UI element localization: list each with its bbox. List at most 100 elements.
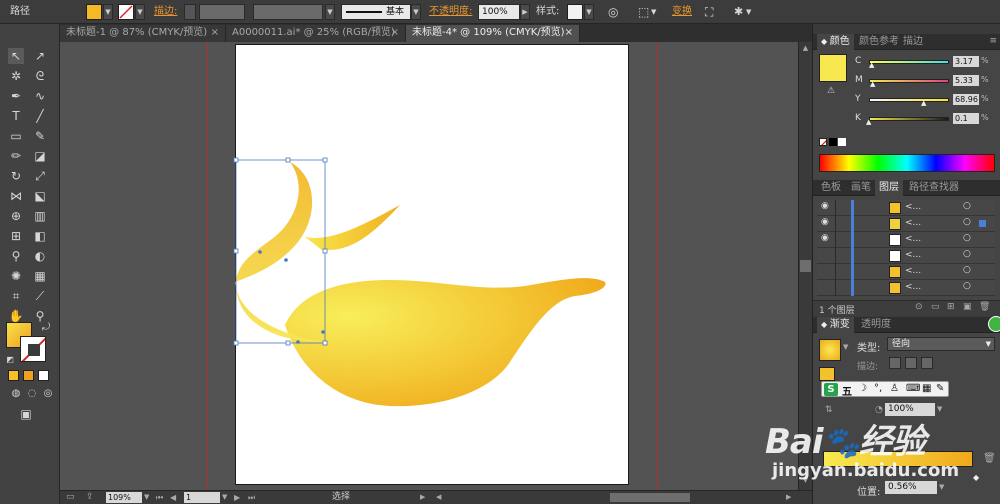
panel-options-dropdown-icon[interactable]: ▼ xyxy=(746,4,751,20)
lock-toggle[interactable] xyxy=(835,216,836,232)
slider-thumb-icon[interactable]: ▲ xyxy=(869,61,874,69)
horizontal-scroll-thumb[interactable] xyxy=(610,493,690,502)
swap-colors-icon[interactable]: ⤾ xyxy=(38,320,54,336)
tab-swatches[interactable]: 色板 xyxy=(817,180,845,196)
white-swatch[interactable] xyxy=(838,138,846,146)
stroke-gradient-along-icon[interactable] xyxy=(905,357,917,369)
collapse-icon[interactable]: ◆ xyxy=(821,37,830,46)
gradient-type-select[interactable]: 径向 ▼ xyxy=(887,337,995,351)
canvas-area[interactable] xyxy=(60,42,798,490)
position-dropdown-icon[interactable]: ▼ xyxy=(939,483,944,491)
width-tool-icon[interactable]: ⋈ xyxy=(8,188,24,204)
scroll-thumb[interactable] xyxy=(800,260,811,272)
layer-row[interactable]: ◉ <... ○ xyxy=(817,232,995,248)
mesh-tool-icon[interactable]: ⊞ xyxy=(8,228,24,244)
layer-row[interactable]: <... ○ xyxy=(817,264,995,280)
apps-icon[interactable]: ▦ xyxy=(922,383,931,394)
channel-slider[interactable] xyxy=(869,117,949,121)
close-icon[interactable]: × xyxy=(211,25,219,41)
punctuation-icon[interactable]: °, xyxy=(874,383,882,394)
tab-gradient[interactable]: ◆ 渐变 xyxy=(817,317,854,333)
stroke-weight-input[interactable] xyxy=(199,4,245,20)
keyboard-icon[interactable]: ⌨ xyxy=(906,383,920,394)
lock-toggle[interactable] xyxy=(835,232,836,248)
gradient-dropdown-icon[interactable]: ▼ xyxy=(843,343,848,351)
share-icon[interactable]: ⇪ xyxy=(86,491,94,504)
stroke-dropdown-icon[interactable]: ▼ xyxy=(135,4,145,20)
shape-builder-icon[interactable]: ⊕ xyxy=(8,208,24,224)
graph-tool-icon[interactable]: ▦ xyxy=(32,268,48,284)
wrench-icon[interactable]: ✎ xyxy=(936,383,944,394)
layer-name[interactable]: <... xyxy=(905,250,921,260)
target-circle-icon[interactable]: ○ xyxy=(963,281,971,291)
color-spectrum-bar[interactable] xyxy=(819,154,995,172)
panel-options-icon[interactable]: ✱ xyxy=(734,4,743,20)
artboard-nav-icon[interactable]: ▭ xyxy=(66,491,75,504)
tab-pathfinder[interactable]: 路径查找器 xyxy=(905,180,963,196)
layer-name[interactable]: <... xyxy=(905,266,921,276)
zoom-dropdown-icon[interactable]: ▼ xyxy=(144,491,149,504)
lock-toggle[interactable] xyxy=(835,200,836,216)
perspective-grid-icon[interactable]: ▥ xyxy=(32,208,48,224)
notification-badge[interactable] xyxy=(988,316,1000,332)
draw-behind-icon[interactable]: ◌ xyxy=(24,386,40,402)
layer-name[interactable]: <... xyxy=(905,218,921,228)
scroll-up-icon[interactable]: ▲ xyxy=(800,44,811,54)
channel-slider[interactable] xyxy=(869,98,949,102)
brush-definition[interactable]: 基本 xyxy=(341,4,411,20)
tab-document-2[interactable]: A0000011.ai* @ 25% (RGB/预览) × xyxy=(226,25,406,42)
channel-slider[interactable] xyxy=(869,60,949,64)
first-artboard-icon[interactable]: ⏮ xyxy=(156,491,163,504)
eyedropper-icon[interactable]: ⚲ xyxy=(8,248,24,264)
variable-width-profile[interactable] xyxy=(253,4,323,20)
channel-value-input[interactable]: 3.17 xyxy=(953,56,979,67)
rotate-tool-icon[interactable]: ↻ xyxy=(8,168,24,184)
artboard-number-input[interactable]: 1 xyxy=(184,492,220,503)
eraser-tool-icon[interactable]: ◪ xyxy=(32,148,48,164)
color-preview-swatch[interactable] xyxy=(819,54,847,82)
none-mode-icon[interactable] xyxy=(38,370,49,381)
sogou-logo-icon[interactable]: S xyxy=(824,383,838,396)
scroll-left-icon[interactable]: ◀ xyxy=(436,491,441,504)
profile-dropdown-icon[interactable]: ▼ xyxy=(325,4,335,20)
color-mode-icon[interactable] xyxy=(8,370,19,381)
line-tool-icon[interactable]: ╱ xyxy=(32,108,48,124)
new-sublayer-icon[interactable]: ⊞ xyxy=(947,302,955,312)
visibility-eye-icon[interactable]: ◉ xyxy=(821,201,829,211)
recolor-icon[interactable]: ◎ xyxy=(608,4,618,20)
slider-thumb-icon[interactable]: ▲ xyxy=(866,118,871,126)
fill-dropdown-icon[interactable]: ▼ xyxy=(103,4,113,20)
locate-object-icon[interactable]: ⊙ xyxy=(915,302,923,312)
delete-layer-icon[interactable]: 🗑 xyxy=(979,302,990,312)
tab-color-guide[interactable]: 颜色参考 xyxy=(855,34,903,50)
color-stop-icon[interactable]: ◆ xyxy=(973,473,979,482)
stroke-weight-spinner[interactable] xyxy=(184,4,196,20)
lock-toggle[interactable] xyxy=(835,280,836,296)
visibility-eye-icon[interactable]: ◉ xyxy=(821,233,829,243)
ime-toolbar[interactable]: S 五 ☽ °, ♙ ⌨ ▦ ✎ xyxy=(821,381,949,398)
position-input[interactable]: 0.56% xyxy=(885,481,937,494)
align-icon[interactable]: ⬚ xyxy=(638,4,649,20)
curvature-tool-icon[interactable]: ∿ xyxy=(32,88,48,104)
style-dropdown-icon[interactable]: ▼ xyxy=(584,4,594,20)
lock-toggle[interactable] xyxy=(835,264,836,280)
tab-document-3[interactable]: 未标题-4* @ 109% (CMYK/预览) × xyxy=(406,25,580,42)
last-artboard-icon[interactable]: ⏭ xyxy=(248,491,255,504)
default-colors-icon[interactable]: ◩ xyxy=(2,352,18,368)
clip-mask-icon[interactable]: ▭ xyxy=(931,302,940,312)
graphic-style-swatch[interactable] xyxy=(567,4,583,20)
collapse-icon[interactable]: ◆ xyxy=(821,320,830,329)
out-of-gamut-icon[interactable]: ⚠ xyxy=(827,86,835,96)
channel-slider[interactable] xyxy=(869,79,949,83)
slice-tool-icon[interactable]: ⟋ xyxy=(32,288,48,304)
screen-mode-icon[interactable]: ▣ xyxy=(18,406,34,422)
lock-toggle[interactable] xyxy=(835,248,836,264)
gradient-tool-icon[interactable]: ◧ xyxy=(32,228,48,244)
layer-row[interactable]: ◉ <... ○ xyxy=(817,216,995,232)
panel-menu-icon[interactable]: ≡ xyxy=(989,36,997,46)
channel-value-input[interactable]: 0.1 xyxy=(953,113,979,124)
slider-thumb-icon[interactable]: ▲ xyxy=(870,80,875,88)
stroke-gradient-across-icon[interactable] xyxy=(921,357,933,369)
free-transform-icon[interactable]: ⬕ xyxy=(32,188,48,204)
tab-document-1[interactable]: 未标题-1 @ 87% (CMYK/预览) × xyxy=(60,25,226,42)
